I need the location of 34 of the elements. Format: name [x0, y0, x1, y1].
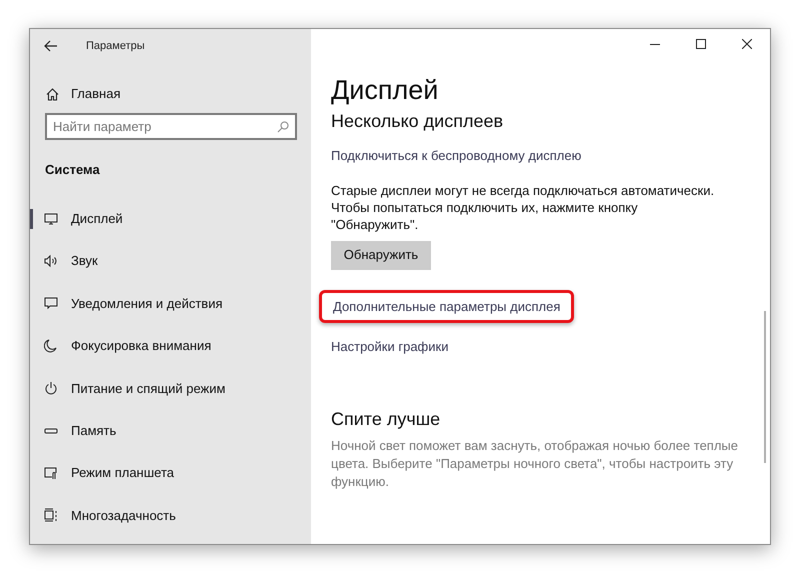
- settings-link[interactable]: Дополнительные параметры дисплея: [319, 290, 574, 323]
- power-icon: [44, 381, 58, 396]
- sidebar-item[interactable]: Уведомления и действия: [71, 294, 223, 314]
- back-icon[interactable]: [44, 40, 58, 52]
- sidebar-item[interactable]: Питание и спящий режим: [71, 378, 226, 398]
- sidebar-item[interactable]: Звук: [71, 251, 98, 271]
- scrollbar[interactable]: [764, 311, 766, 463]
- moon-icon: [44, 338, 58, 353]
- window-title: Параметры: [86, 38, 145, 54]
- speaker-icon: [44, 254, 58, 268]
- sidebar-item[interactable]: Многозадачность: [71, 506, 176, 526]
- search-field[interactable]: Найти параметр: [45, 113, 297, 140]
- settings-link[interactable]: Настройки графики: [331, 337, 448, 356]
- description-text: Старые дисплеи могут не всегда подключаться автоматически. Чтобы попытаться подключить их, нажмите кнопку "Обнаружить".: [331, 182, 716, 232]
- search-icon[interactable]: [277, 121, 289, 133]
- tablet-icon: [44, 466, 58, 480]
- sidebar-item[interactable]: Фокусировка внимания: [71, 336, 212, 356]
- detect-button[interactable]: Обнаружить: [331, 240, 431, 270]
- wireless-display-link[interactable]: Подключиться к беспроводному дисплею: [331, 146, 582, 166]
- home-link[interactable]: Главная: [71, 84, 120, 104]
- multitask-icon: [44, 508, 58, 522]
- maximize-icon: [696, 39, 706, 49]
- night-light-text: Ночной свет поможет вам заснуть, отображая ночью более теплые цвета. Выберите "Параметры ночного света", чтобы настроить эту функцию.: [331, 436, 740, 490]
- sidebar-item[interactable]: Дисплей: [71, 208, 123, 228]
- speech-bubble-icon: [44, 296, 58, 310]
- display-icon: [44, 212, 58, 226]
- sidebar-item[interactable]: Режим планшета: [71, 463, 174, 483]
- sidebar-item[interactable]: Память: [71, 420, 116, 440]
- home-icon: [46, 88, 59, 100]
- page-title: Дисплей: [331, 74, 438, 107]
- section-heading: Несколько дисплеев: [331, 110, 504, 133]
- close-icon: [742, 39, 752, 49]
- section-heading: Система: [45, 161, 101, 179]
- section-heading: Спите лучше: [331, 408, 440, 430]
